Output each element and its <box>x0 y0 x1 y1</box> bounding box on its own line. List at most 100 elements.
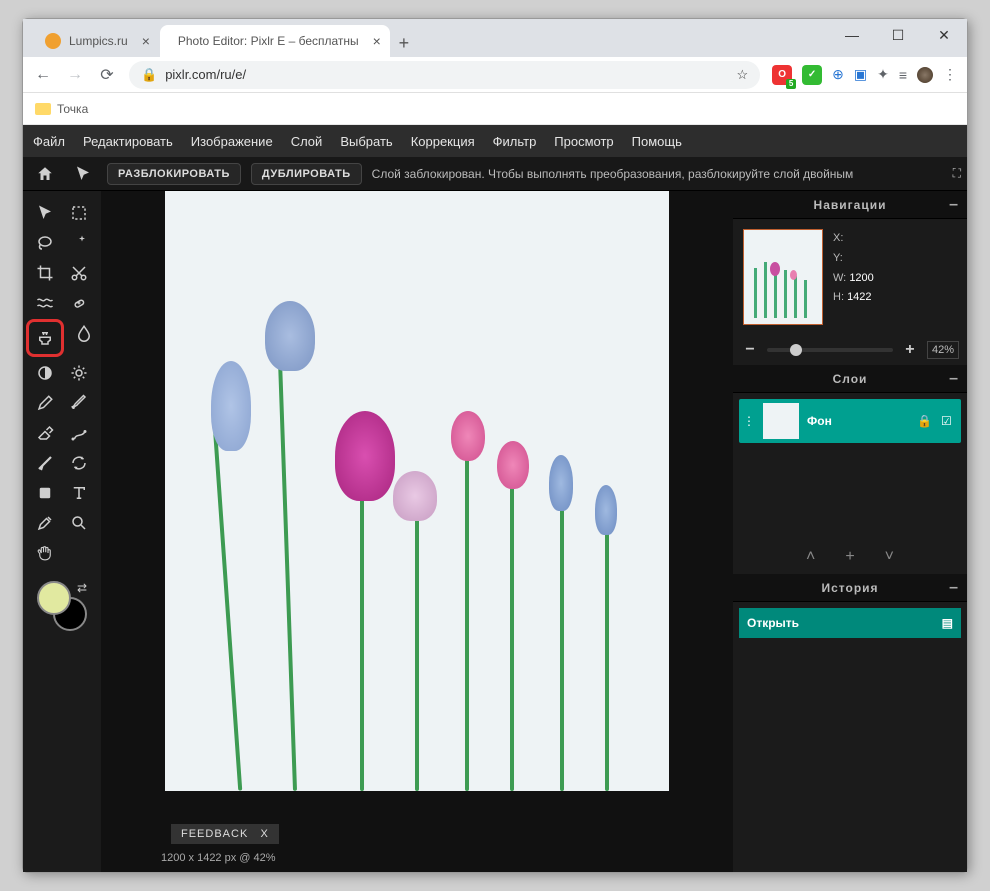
empty-tool <box>65 539 93 567</box>
lasso-tool[interactable] <box>31 229 59 257</box>
menu-filter[interactable]: Фильтр <box>493 134 537 149</box>
zoom-slider[interactable] <box>767 348 893 352</box>
eraser-tool[interactable] <box>31 419 59 447</box>
hand-tool[interactable] <box>31 539 59 567</box>
toolbox: ⇄ <box>23 191 101 872</box>
clone-tool-highlight <box>26 319 64 357</box>
clone-tool[interactable] <box>31 324 59 352</box>
drag-handle-icon[interactable]: ⋮ <box>743 414 755 428</box>
zoom-out-button[interactable]: − <box>741 341 759 359</box>
tab-lumpics[interactable]: Lumpics.ru × <box>35 25 160 57</box>
sponge-tool[interactable] <box>65 359 93 387</box>
text-tool[interactable] <box>65 479 93 507</box>
layer-up-icon[interactable]: ˄ <box>806 548 815 566</box>
zoom-knob[interactable] <box>790 344 802 356</box>
bookmarks-bar: Точка <box>23 93 967 125</box>
fullscreen-icon[interactable]: ⛶ <box>953 166 961 181</box>
blur-tool[interactable] <box>70 319 98 347</box>
lock-icon[interactable]: 🔒 <box>917 414 933 428</box>
menu-icon[interactable]: ⋮ <box>943 66 957 83</box>
collapse-icon[interactable]: – <box>949 370 959 388</box>
crop-tool[interactable] <box>31 259 59 287</box>
work-area: ⇄ <box>23 191 967 872</box>
add-layer-icon[interactable]: + <box>845 548 854 566</box>
new-tab-button[interactable]: + <box>390 29 418 57</box>
marquee-tool[interactable] <box>65 199 93 227</box>
foreground-color[interactable] <box>37 581 71 615</box>
cut-tool[interactable] <box>65 259 93 287</box>
ext-check-icon[interactable]: ✓ <box>802 65 822 85</box>
menu-edit[interactable]: Редактировать <box>83 134 173 149</box>
wand-tool[interactable] <box>65 229 93 257</box>
feedback-widget[interactable]: FEEDBACK X <box>171 824 279 844</box>
unlock-button[interactable]: РАЗБЛОКИРОВАТЬ <box>107 163 241 185</box>
layers-panel-header[interactable]: Слои– <box>733 365 967 393</box>
duplicate-button[interactable]: ДУБЛИРОВАТЬ <box>251 163 362 185</box>
layer-controls: ˄ + ˅ <box>733 540 967 574</box>
close-window-button[interactable]: ✕ <box>921 19 967 51</box>
menu-file[interactable]: Файл <box>33 134 65 149</box>
feedback-close[interactable]: X <box>260 828 268 840</box>
close-tab-icon[interactable]: × <box>142 33 150 49</box>
fill-tool[interactable] <box>65 419 93 447</box>
ext-box-icon[interactable]: ▣ <box>854 66 867 83</box>
home-icon[interactable] <box>31 160 59 188</box>
gradient-tool[interactable] <box>31 449 59 477</box>
menu-image[interactable]: Изображение <box>191 134 273 149</box>
close-tab-icon[interactable]: × <box>373 33 381 49</box>
reload-button[interactable]: ⟳ <box>97 65 117 85</box>
layer-down-icon[interactable]: ˅ <box>885 548 894 566</box>
profile-avatar[interactable] <box>917 67 933 83</box>
favicon-icon <box>45 33 61 49</box>
window-controls: — ☐ ✕ <box>829 19 967 51</box>
star-icon[interactable]: ☆ <box>736 67 748 83</box>
nav-thumbnail[interactable] <box>743 229 823 325</box>
collapse-icon[interactable]: – <box>949 579 959 597</box>
ext-list-icon[interactable]: ≡ <box>899 67 907 83</box>
collapse-icon[interactable]: – <box>949 196 959 214</box>
dodge-tool[interactable] <box>31 359 59 387</box>
canvas-area[interactable]: FEEDBACK X 1200 x 1422 px @ 42% <box>101 191 733 872</box>
zoom-tool[interactable] <box>65 509 93 537</box>
visibility-icon[interactable]: ☑ <box>941 414 957 428</box>
history-action-icon[interactable]: ▤ <box>942 616 953 630</box>
layer-item[interactable]: ⋮ Фон 🔒 ☑ <box>739 399 961 443</box>
nav-info: X: Y: W: 1200 H: 1422 <box>833 229 874 325</box>
folder-icon <box>35 103 51 115</box>
arrow-tool[interactable] <box>31 199 59 227</box>
nav-panel-header[interactable]: Навигации– <box>733 191 967 219</box>
menu-view[interactable]: Просмотр <box>554 134 613 149</box>
tab-pixlr[interactable]: Photo Editor: Pixlr E – бесплатны × <box>160 25 390 57</box>
color-swatch[interactable]: ⇄ <box>37 581 87 631</box>
shape-tool[interactable] <box>31 479 59 507</box>
liquify-tool[interactable] <box>31 289 59 317</box>
forward-button[interactable]: → <box>65 66 85 84</box>
menu-help[interactable]: Помощь <box>632 134 682 149</box>
heal-tool[interactable] <box>65 289 93 317</box>
back-button[interactable]: ← <box>33 66 53 84</box>
menu-layer[interactable]: Слой <box>291 134 323 149</box>
history-panel-header[interactable]: История– <box>733 574 967 602</box>
tab-label: Photo Editor: Pixlr E – бесплатны <box>178 34 359 48</box>
pointer-icon[interactable] <box>69 160 97 188</box>
extensions-icon[interactable]: ✦ <box>877 66 889 83</box>
replace-color-tool[interactable] <box>65 449 93 477</box>
maximize-button[interactable]: ☐ <box>875 19 921 51</box>
menu-select[interactable]: Выбрать <box>340 134 392 149</box>
minimize-button[interactable]: — <box>829 19 875 51</box>
ext-globe-icon[interactable]: ⊕ <box>832 66 844 83</box>
bookmark-item[interactable]: Точка <box>57 102 88 116</box>
history-item[interactable]: Открыть ▤ <box>739 608 961 638</box>
menu-adjust[interactable]: Коррекция <box>411 134 475 149</box>
picker-tool[interactable] <box>31 509 59 537</box>
url-input[interactable]: 🔒 pixlr.com/ru/e/ ☆ <box>129 61 760 89</box>
canvas[interactable] <box>165 191 669 791</box>
nav-panel: X: Y: W: 1200 H: 1422 <box>733 219 967 335</box>
ext-adblock-icon[interactable]: O5 <box>772 65 792 85</box>
swap-colors-icon[interactable]: ⇄ <box>77 581 87 595</box>
zoom-in-button[interactable]: + <box>901 341 919 359</box>
zoom-value[interactable]: 42% <box>927 341 959 359</box>
layer-thumbnail[interactable] <box>763 403 799 439</box>
brush-tool[interactable] <box>65 389 93 417</box>
pen-tool[interactable] <box>31 389 59 417</box>
